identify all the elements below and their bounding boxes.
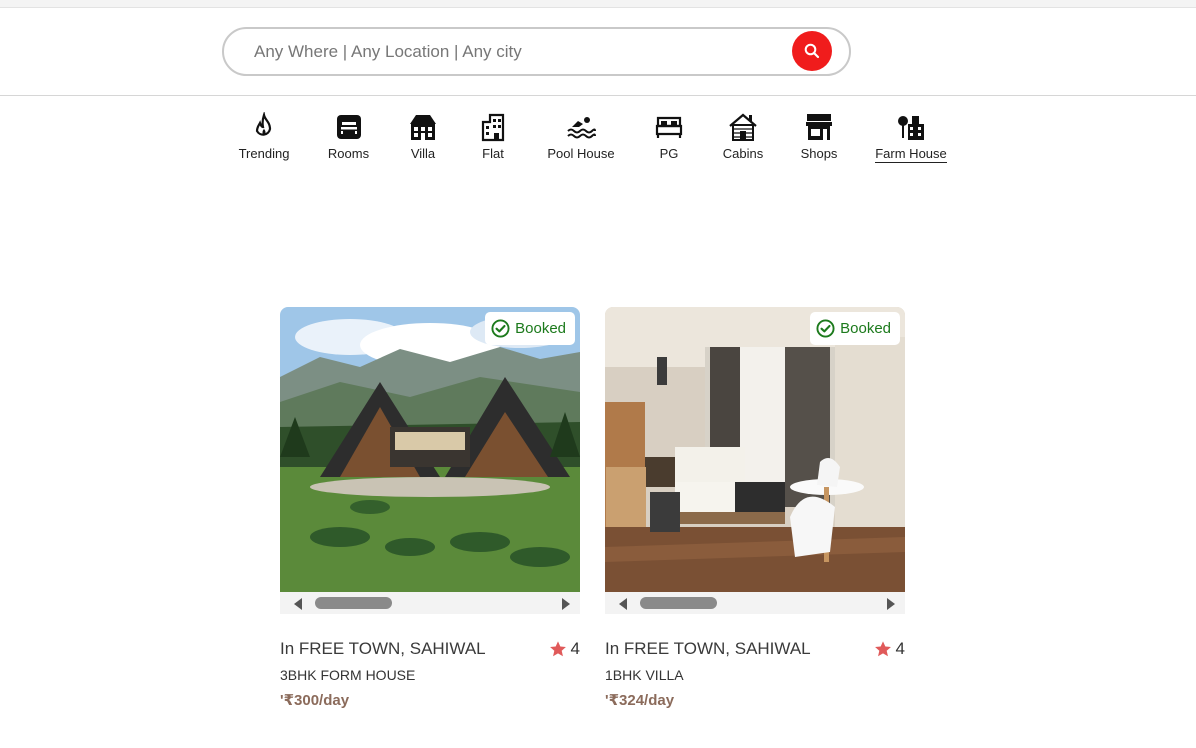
listing-location: In FREE TOWN, SAHIWAL [605,639,811,658]
star-icon [874,641,891,657]
search-icon [804,43,820,59]
listing-photo[interactable]: Booked [280,307,580,592]
scroll-left-arrow-icon[interactable] [619,598,627,610]
category-label: Shops [800,146,838,161]
scroll-thumb[interactable] [315,597,392,609]
category-rooms[interactable]: Rooms [328,112,369,161]
scroll-right-arrow-icon[interactable] [887,598,895,610]
listing-type: 1BHK VILLA [605,667,684,683]
swimmer-icon [567,117,596,139]
listing-price: '₹324/day [605,692,675,709]
rating-value: 4 [895,639,905,658]
category-shops[interactable]: Shops [801,112,837,161]
browser-top-strip [0,0,1196,8]
cabin-icon [729,113,757,141]
category-label: Flat [482,146,504,161]
check-circle-icon [816,319,835,338]
search-input[interactable] [254,39,774,65]
flame-icon [255,112,272,136]
category-cabins[interactable]: Cabins [723,112,763,161]
listing-type: 3BHK FORM HOUSE [280,667,416,683]
booked-badge: Booked [485,312,575,345]
villa-icon [410,115,436,140]
category-label: Trending [238,146,290,161]
category-farm-house[interactable]: Farm House [875,112,947,163]
search-bar [222,27,851,76]
badge-label: Booked [515,320,566,337]
rating-value: 4 [570,639,580,658]
category-label: Villa [410,146,436,161]
listing-card[interactable]: Booked In FREE TOWN, SAHIWAL 4 1BHK VILL… [605,307,905,709]
listing-rating: 4 [549,639,580,659]
image-scrollbar[interactable] [280,592,580,614]
category-pool-house[interactable]: Pool House [547,112,615,161]
listing-location: In FREE TOWN, SAHIWAL [280,639,486,658]
building-icon [481,113,505,142]
bed-icon [655,116,683,138]
bed-box-icon [336,115,361,139]
scroll-thumb[interactable] [640,597,717,609]
shop-icon [806,114,832,140]
badge-label: Booked [840,320,891,337]
category-flat[interactable]: Flat [478,112,508,161]
scroll-right-arrow-icon[interactable] [562,598,570,610]
category-label: PG [659,146,679,161]
category-pg[interactable]: PG [654,112,684,161]
category-trending[interactable]: Trending [239,112,289,161]
listing-rating: 4 [874,639,905,659]
category-label: Cabins [722,146,764,161]
farm-house-icon [898,116,924,140]
category-label: Pool House [547,146,615,161]
cabin-photo [280,307,580,592]
check-circle-icon [491,319,510,338]
category-label: Farm House [875,146,947,163]
listing-price: '₹300/day [280,692,350,709]
image-scrollbar[interactable] [605,592,905,614]
category-villa[interactable]: Villa [408,112,438,161]
listing-card[interactable]: Booked In FREE TOWN, SAHIWAL 4 3BHK FORM… [280,307,580,709]
listing-photo[interactable]: Booked [605,307,905,592]
room-photo [605,307,905,592]
search-button[interactable] [792,31,832,71]
booked-badge: Booked [810,312,900,345]
header [0,8,1196,96]
scroll-left-arrow-icon[interactable] [294,598,302,610]
star-icon [549,641,566,657]
category-bar: Trending Rooms Villa Flat Pool House PG … [0,112,1196,172]
category-label: Rooms [327,146,370,161]
